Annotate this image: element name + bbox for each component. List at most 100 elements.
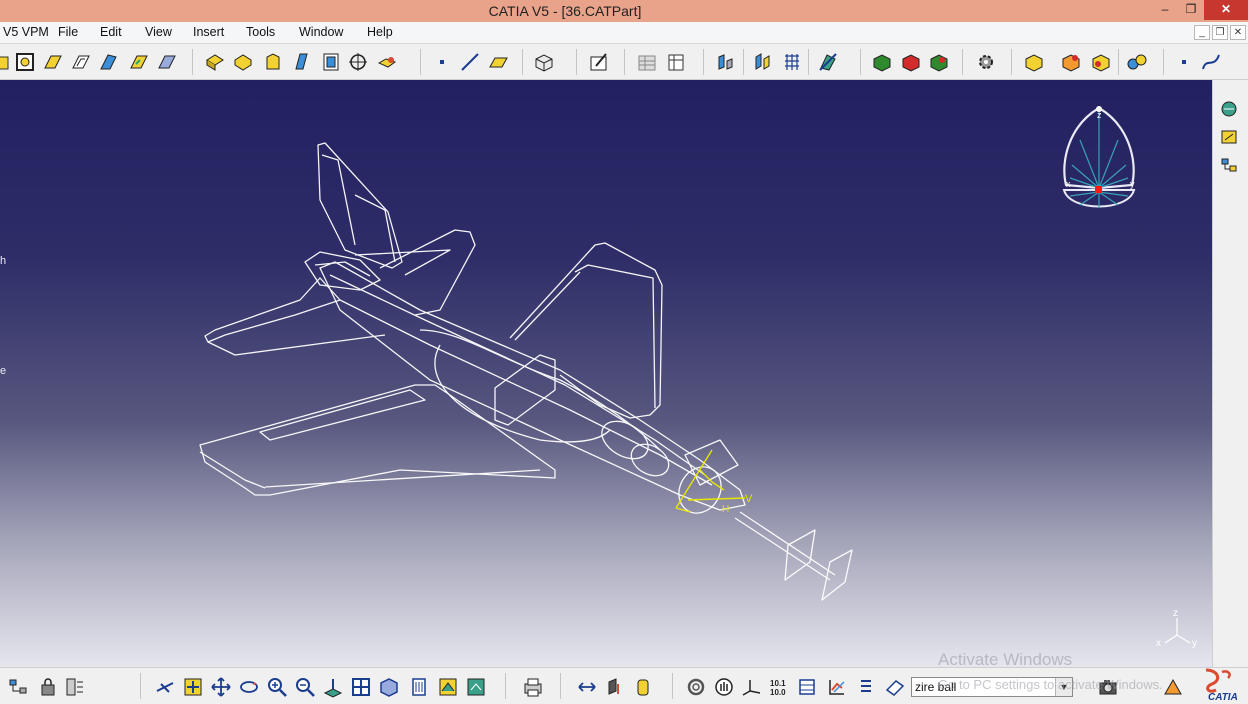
menu-insert[interactable]: Insert xyxy=(193,25,224,39)
fly-mode-icon[interactable] xyxy=(154,676,176,698)
dots-grid-icon[interactable] xyxy=(781,51,803,73)
sketch-icon[interactable] xyxy=(588,51,610,73)
restore-button[interactable]: ❐ xyxy=(1178,0,1204,20)
rib-icon[interactable] xyxy=(98,51,120,73)
shading-icon[interactable] xyxy=(871,51,893,73)
tree-icon[interactable] xyxy=(1219,156,1241,178)
material-icon[interactable] xyxy=(928,51,950,73)
edge-label-h: h xyxy=(0,255,7,267)
axis-triad xyxy=(1164,618,1191,644)
shell-icon[interactable] xyxy=(320,51,342,73)
groove-icon[interactable] xyxy=(42,51,64,73)
lock-icon[interactable] xyxy=(37,676,59,698)
small-point-icon[interactable] xyxy=(1173,51,1195,73)
swap-space-icon[interactable] xyxy=(465,676,487,698)
target-icon[interactable] xyxy=(347,51,369,73)
units-icon[interactable]: 10.1 10.0 xyxy=(768,676,790,698)
pocket-icon[interactable] xyxy=(70,51,92,73)
catalog-icon[interactable] xyxy=(665,51,687,73)
menu-edit[interactable]: Edit xyxy=(100,25,122,39)
multi-view-icon[interactable] xyxy=(350,676,372,698)
analysis-icon[interactable] xyxy=(752,51,774,73)
menu-v5vpm[interactable]: V5 VPM xyxy=(3,25,49,39)
measure-inertia-icon[interactable] xyxy=(632,676,654,698)
measure-item-icon[interactable] xyxy=(604,676,626,698)
iso-view-icon[interactable] xyxy=(378,676,400,698)
constraints-icon[interactable] xyxy=(1219,126,1241,148)
axis-y-label: y xyxy=(1192,638,1197,649)
menu-help[interactable]: Help xyxy=(367,25,393,39)
rotate-icon[interactable] xyxy=(238,676,260,698)
sketcher-icon[interactable] xyxy=(1219,98,1241,120)
right-toolbar xyxy=(1212,80,1248,667)
thickness-icon[interactable] xyxy=(376,51,398,73)
cut-icon[interactable] xyxy=(817,51,839,73)
eraser-icon[interactable] xyxy=(884,676,906,698)
grid-table-icon[interactable] xyxy=(636,51,658,73)
catia-logo-text: CATIA xyxy=(1208,692,1238,702)
measure-between-icon[interactable] xyxy=(576,676,598,698)
render-style-icon[interactable] xyxy=(408,676,430,698)
constraint-icon[interactable] xyxy=(1126,51,1148,73)
fit-all-icon[interactable] xyxy=(182,676,204,698)
tools-palette-icon[interactable] xyxy=(1162,676,1184,698)
pan-icon[interactable] xyxy=(210,676,232,698)
menu-file[interactable]: File xyxy=(58,25,78,39)
formula-icon[interactable] xyxy=(796,676,818,698)
doc-close-button[interactable]: ✕ xyxy=(1230,25,1246,40)
sketch-v-label: V xyxy=(745,493,753,505)
doc-restore-button[interactable]: ❐ xyxy=(1212,25,1228,40)
line-icon[interactable] xyxy=(459,51,481,73)
menu-window[interactable]: Window xyxy=(299,25,343,39)
point-icon[interactable] xyxy=(431,51,453,73)
normal-view-icon[interactable] xyxy=(322,676,344,698)
spline-icon[interactable] xyxy=(1200,51,1222,73)
compass-x-label: x xyxy=(1066,179,1071,189)
hole-icon[interactable] xyxy=(204,51,226,73)
spec-tree-icon[interactable] xyxy=(64,676,86,698)
add-body-icon[interactable] xyxy=(1060,51,1082,73)
menu-view[interactable]: View xyxy=(145,25,172,39)
hand-icon[interactable] xyxy=(713,676,735,698)
remove-body-icon[interactable] xyxy=(1090,51,1112,73)
axis-x-label: x xyxy=(1156,638,1161,649)
title-bar: CATIA V5 - [36.CATPart] – ❐ ✕ xyxy=(0,0,1248,22)
menu-tools[interactable]: Tools xyxy=(246,25,275,39)
assemble-icon[interactable] xyxy=(1023,51,1045,73)
catia-logo: CATIA xyxy=(1198,668,1244,703)
top-toolbar xyxy=(0,44,1248,80)
3d-viewport[interactable]: V H z x y z x y h e xyxy=(0,80,1212,667)
extrude-icon[interactable] xyxy=(0,51,14,73)
slot-icon[interactable] xyxy=(128,51,150,73)
sketch-h-label: H xyxy=(722,504,729,515)
minimize-button[interactable]: – xyxy=(1152,0,1178,20)
print-icon[interactable] xyxy=(522,676,544,698)
knowledge-icon[interactable] xyxy=(826,676,848,698)
refresh-icon[interactable] xyxy=(685,676,707,698)
doc-minimize-button[interactable]: _ xyxy=(1194,25,1210,40)
shading-edges-icon[interactable] xyxy=(900,51,922,73)
window-title: CATIA V5 - [36.CATPart] xyxy=(488,3,642,19)
tree-expand-icon[interactable] xyxy=(8,676,30,698)
multi-sections-icon[interactable] xyxy=(156,51,178,73)
svg-text:10.1: 10.1 xyxy=(770,679,786,688)
list-icon[interactable] xyxy=(855,676,877,698)
fillet-icon[interactable] xyxy=(232,51,254,73)
compass-widget[interactable] xyxy=(1062,106,1136,208)
chamfer-icon[interactable] xyxy=(262,51,284,73)
wireframe-model: V H z x y z x y xyxy=(199,106,1197,649)
compass-y-label: y xyxy=(1130,179,1135,189)
zoom-in-icon[interactable] xyxy=(266,676,288,698)
menu-bar: V5 VPM File Edit View Insert Tools Windo… xyxy=(0,22,1248,44)
plane-icon[interactable] xyxy=(487,51,509,73)
boolean-icon[interactable] xyxy=(533,51,555,73)
shaft-icon[interactable] xyxy=(14,51,36,73)
draft-icon[interactable] xyxy=(290,51,312,73)
zoom-out-icon[interactable] xyxy=(294,676,316,698)
compass-z-label: z xyxy=(1097,110,1102,120)
measure-icon[interactable] xyxy=(714,51,736,73)
gear-icon[interactable] xyxy=(975,51,997,73)
close-button[interactable]: ✕ xyxy=(1204,0,1248,20)
axis-system-icon[interactable] xyxy=(740,676,762,698)
hide-show-icon[interactable] xyxy=(437,676,459,698)
